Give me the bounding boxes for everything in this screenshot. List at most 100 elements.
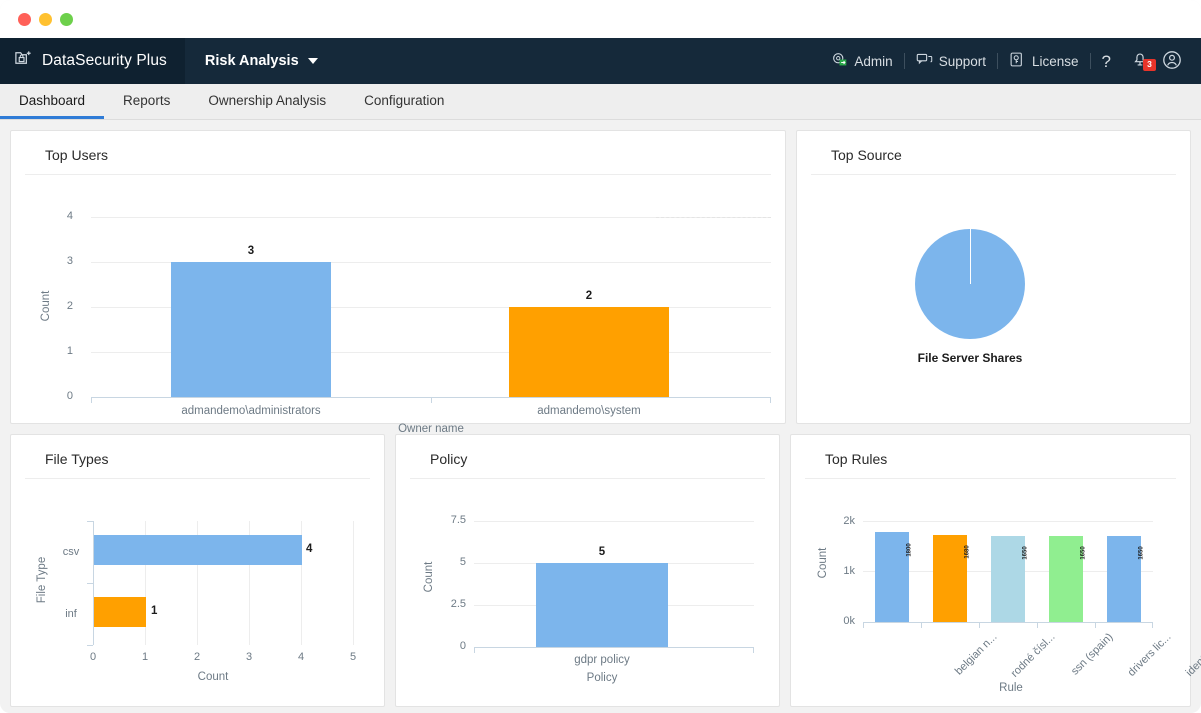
bar[interactable] [94,597,146,627]
bar[interactable] [1049,536,1083,622]
header-item-support[interactable]: Support [905,38,997,84]
header-item-license[interactable]: License [998,38,1090,84]
axis-tick [1037,622,1038,628]
app-window: DataSecurity Plus Risk Analysis Admin Su… [0,0,1201,713]
axis-tick [753,647,754,653]
gridline [863,521,1153,522]
hover-dashed-gridline [656,217,771,218]
bar-value-label: 1650 [1022,546,1029,560]
header-item-admin[interactable]: Admin [820,38,903,84]
y-tick: 7.5 [450,514,466,526]
card-top-rules: Top Rules 2k 1k 0k Count 1800 1680 1650 … [790,434,1201,707]
bar-value-label: 3 [247,245,255,257]
x-axis-label: Policy [586,672,618,684]
y-axis-label: Count [40,290,52,322]
dashboard-grid: Top Users 4 3 2 1 0 Count 3 admandemo\ad… [0,120,1201,713]
window-titlebar [0,0,1201,38]
card-file-types: File Types csv inf File Type 4 1 0 1 2 3… [10,434,385,707]
axis-tick [979,622,980,628]
x-axis-label: Count [197,671,229,683]
x-axis-line [474,647,754,648]
bar[interactable] [509,307,669,397]
window-zoom-button[interactable] [60,12,73,26]
chart-top-rules[interactable]: 2k 1k 0k Count 1800 1680 1650 1650 1650 … [791,479,1201,706]
bar-value-label: 1680 [964,545,971,559]
y-tick: 4 [66,210,73,222]
y-tick: 2.5 [450,598,466,610]
tab-dashboard[interactable]: Dashboard [0,84,105,119]
axis-tick [474,647,475,653]
axis-tick [87,521,93,522]
y-tick: 2k [843,515,855,527]
bar[interactable] [991,536,1025,622]
y-category-label: inf [65,608,77,620]
x-axis-label: Owner name [398,423,464,435]
module-selector[interactable]: Risk Analysis [205,53,318,69]
card-title: Policy [410,435,765,479]
bar-value-label: 1650 [1138,546,1145,560]
x-tick: 2 [193,651,201,663]
bar[interactable] [933,535,967,622]
y-tick: 5 [459,556,466,568]
bar-value-label: 5 [598,546,606,558]
bar[interactable] [1107,536,1141,622]
x-axis-line [863,622,1153,623]
window-close-button[interactable] [18,12,31,26]
bar[interactable] [875,532,909,622]
chart-file-types[interactable]: csv inf File Type 4 1 0 1 2 3 4 5 Count [11,479,384,706]
question-mark-icon: ? [1101,51,1111,71]
axis-tick [87,583,93,584]
tab-label: Ownership Analysis [208,92,327,108]
x-tick: 3 [245,651,253,663]
y-tick: 1k [843,565,855,577]
user-avatar-icon [1162,50,1182,73]
notifications-button[interactable]: 3 [1122,50,1158,73]
tab-ownership-analysis[interactable]: Ownership Analysis [189,84,345,119]
brand-logo[interactable]: DataSecurity Plus [0,38,185,84]
admin-gear-icon [831,51,848,71]
tab-configuration[interactable]: Configuration [345,84,463,119]
axis-tick [87,645,93,646]
chart-top-source[interactable]: File Server Shares [797,175,1190,423]
x-category-label: admandemo\administrators [181,405,321,417]
bar-value-label: 2 [585,290,593,302]
profile-button[interactable] [1158,38,1189,84]
y-tick: 3 [66,255,73,267]
x-tick: 5 [349,651,357,663]
card-top-users: Top Users 4 3 2 1 0 Count 3 admandemo\ad… [10,130,786,435]
window-minimize-button[interactable] [39,12,52,26]
axis-tick [431,397,432,403]
help-button[interactable]: ? [1091,38,1122,84]
bar[interactable] [536,563,668,647]
y-tick: 2 [66,300,73,312]
chevron-down-icon [307,58,318,64]
bar-value-label: 1800 [906,543,913,557]
card-policy: Policy 7.5 5 2.5 0 Count 5 gdpr policy P… [395,434,780,707]
bar[interactable] [171,262,331,397]
header-item-label: Admin [854,53,893,69]
brand-name: DataSecurity Plus [42,52,167,69]
tab-reports[interactable]: Reports [104,84,189,119]
tab-label: Reports [123,92,171,108]
bar-value-label: 4 [306,543,313,555]
axis-tick [921,622,922,628]
chart-top-users[interactable]: 4 3 2 1 0 Count 3 admandemo\administrato… [11,175,785,435]
axis-tick [91,397,92,403]
x-category-label: drivers lic... [1125,631,1174,679]
folder-lock-add-icon [14,49,33,73]
tab-label: Configuration [364,92,445,108]
card-title: Top Rules [805,435,1176,479]
card-title: Top Source [811,131,1176,175]
card-title: File Types [25,435,370,479]
pie-slice-divider [970,229,971,284]
y-tick: 0k [843,615,855,627]
support-chat-icon [916,51,933,71]
card-top-source: Top Source File Server Shares [796,130,1191,424]
bar-value-label: 1 [151,605,158,617]
y-axis-label: Count [423,561,435,593]
bar[interactable] [94,535,302,565]
header-item-label: License [1031,53,1079,69]
dashboard-row-1: Top Users 4 3 2 1 0 Count 3 admandemo\ad… [10,130,1191,435]
chart-policy[interactable]: 7.5 5 2.5 0 Count 5 gdpr policy Policy [396,479,779,706]
x-category-label: gdpr policy [574,654,630,666]
